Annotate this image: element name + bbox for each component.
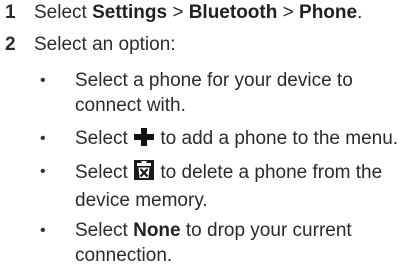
- step-text: Select Settings > Bluetooth > Phone.: [34, 2, 363, 23]
- settings-label: Settings: [92, 2, 168, 23]
- bullet-text: Select to add a phone to the menu.: [75, 126, 405, 154]
- step-text: Select an option:: [34, 34, 176, 55]
- bullet: •: [40, 163, 46, 180]
- bluetooth-label: Bluetooth: [188, 2, 278, 23]
- bullet: •: [40, 72, 46, 89]
- none-label: None: [133, 220, 181, 241]
- step-number: 2: [5, 34, 16, 55]
- bullet: •: [40, 222, 46, 239]
- bullet-text: Select a phone for your device to connec…: [75, 70, 353, 116]
- phone-label: Phone: [299, 2, 358, 23]
- trash-icon: [133, 159, 155, 188]
- step-number: 1: [5, 2, 16, 23]
- bullet: •: [40, 130, 46, 147]
- bullet-text: Select None to drop your current connect…: [75, 220, 352, 266]
- plus-icon: [133, 127, 155, 154]
- bullet-text: Select to delete a phone from the device…: [75, 159, 405, 213]
